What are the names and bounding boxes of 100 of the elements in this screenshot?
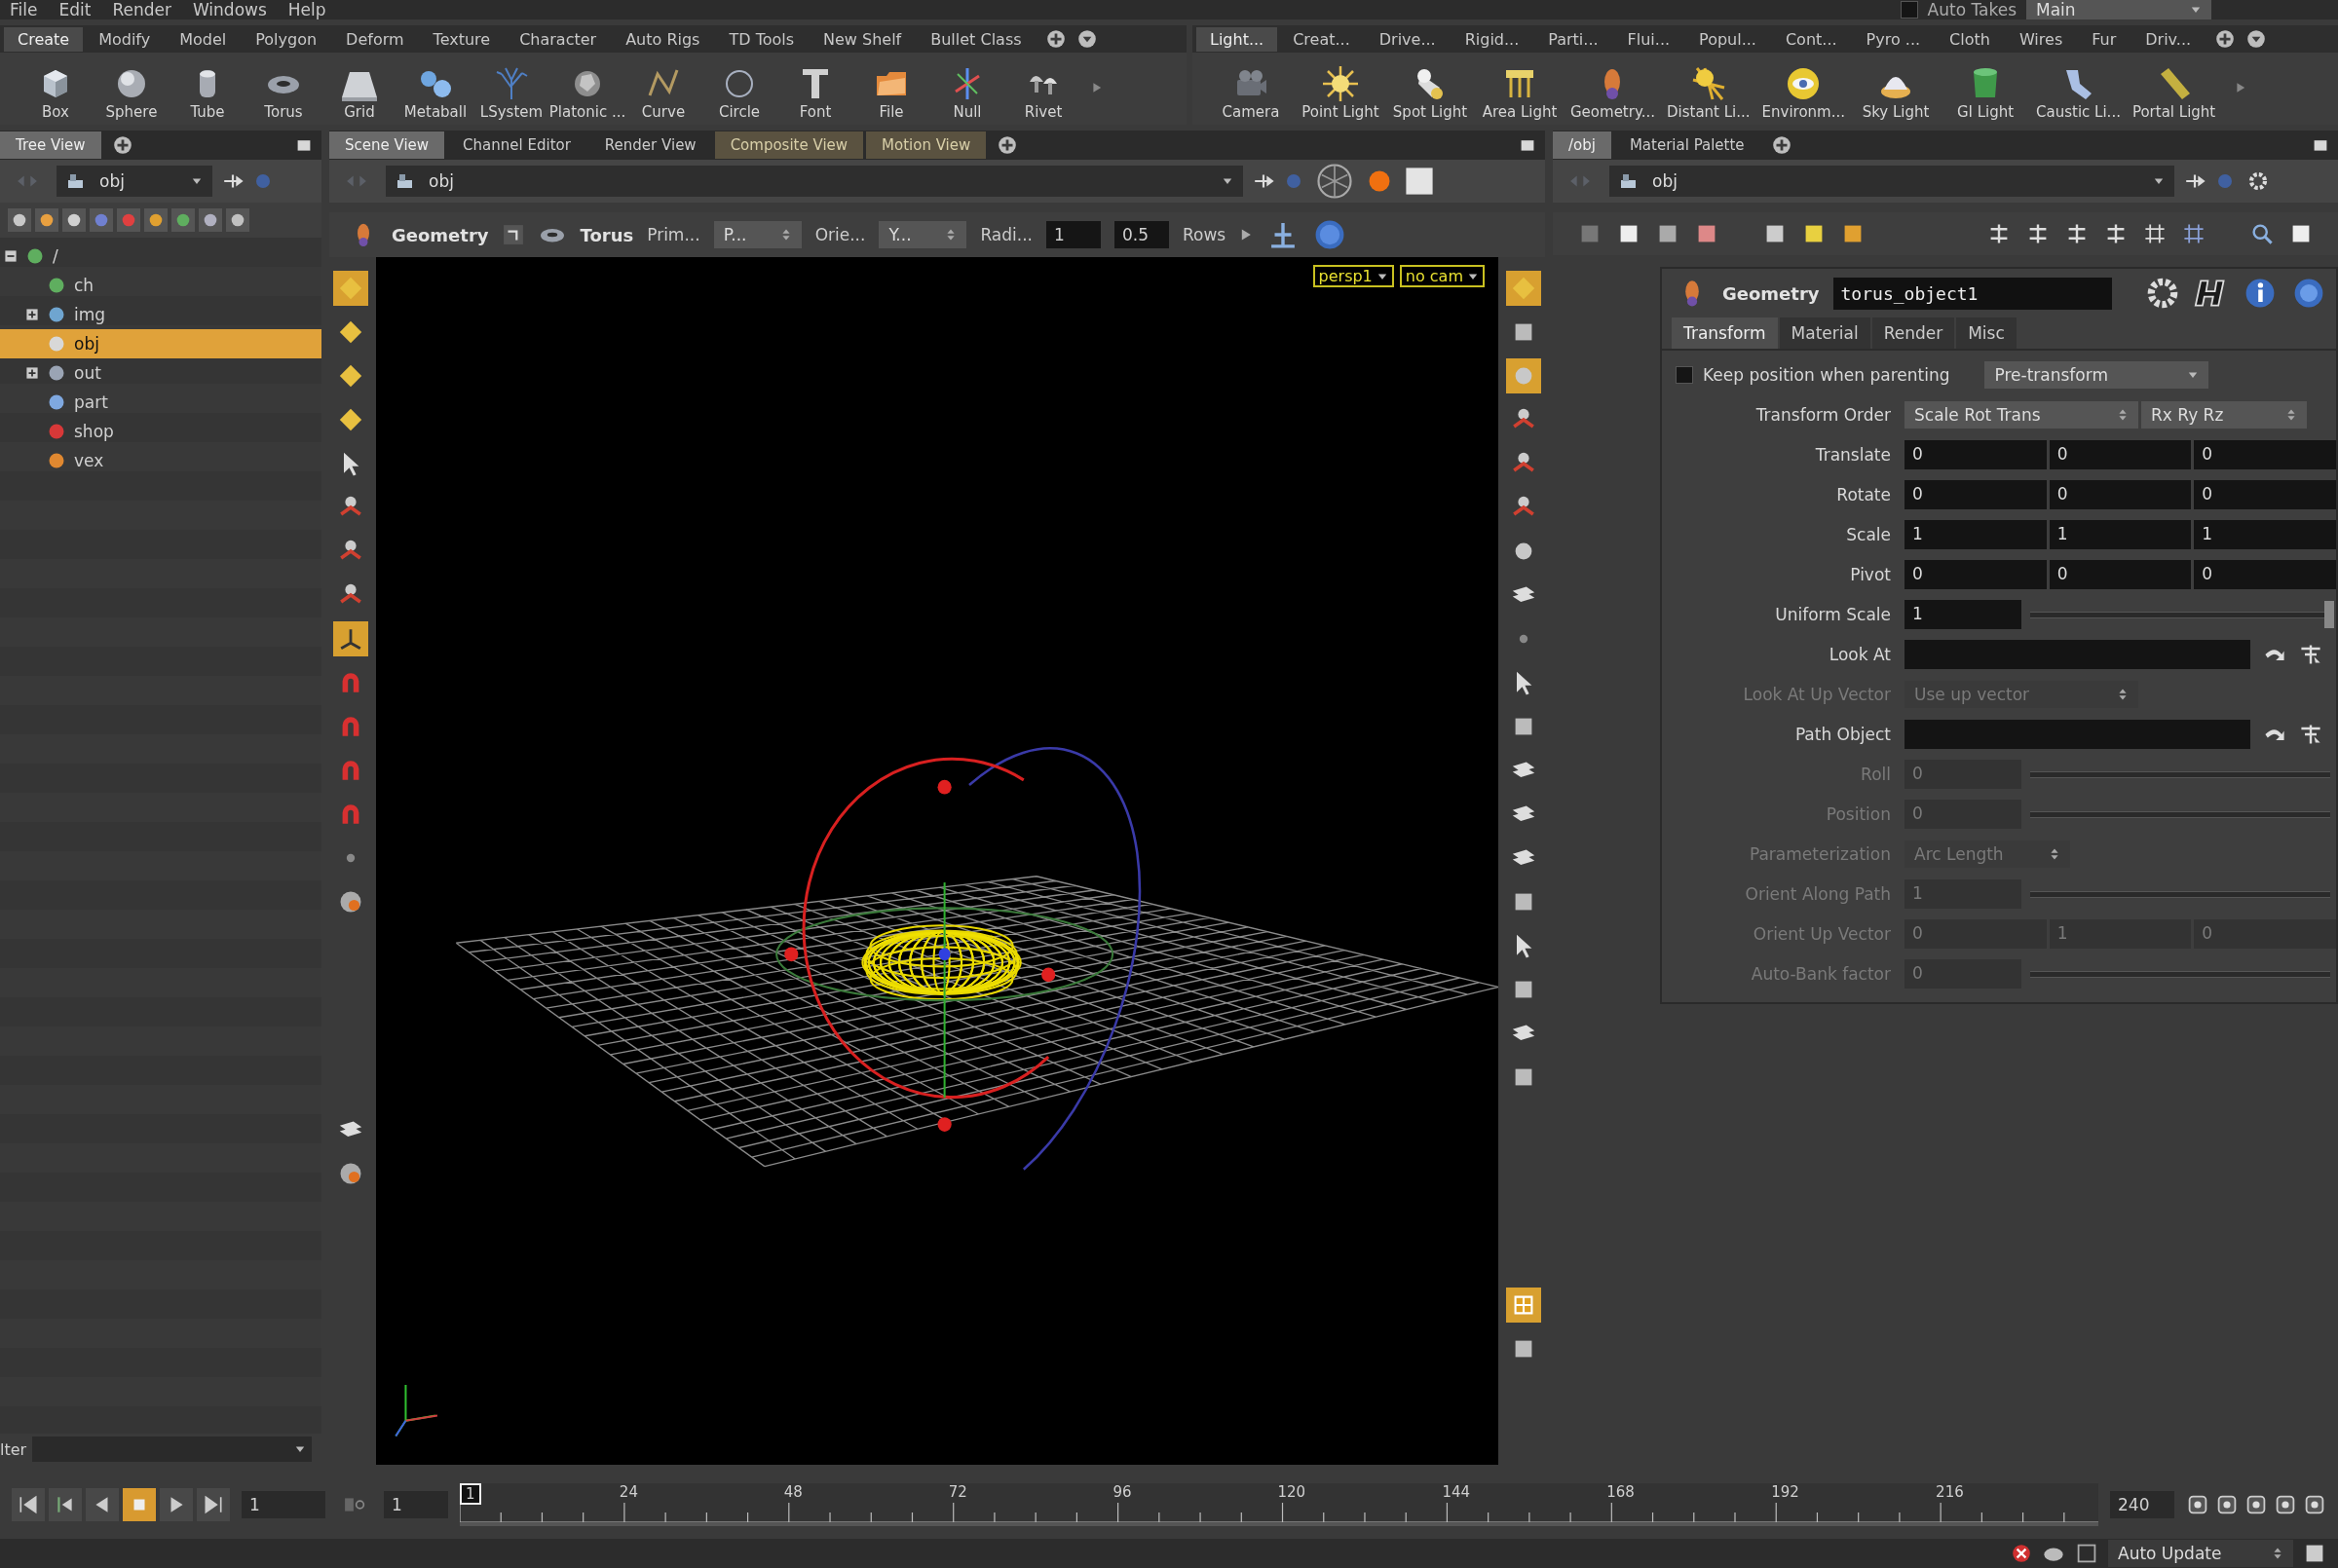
node-filter-icon[interactable] (174, 211, 192, 229)
shelf-tool[interactable]: Point Light (1301, 64, 1379, 125)
tree-item[interactable]: / (0, 242, 321, 271)
shelf-tool[interactable]: Box (19, 64, 92, 125)
number-field[interactable]: 1 (1904, 600, 2021, 629)
number-field[interactable]: 0.5 (1114, 221, 1169, 248)
shelf-tool[interactable]: Platonic ... (551, 64, 623, 125)
shelf-tool[interactable]: Area Light (1481, 64, 1559, 125)
parameter-tab[interactable]: Material (1779, 317, 1870, 349)
pane-tab[interactable]: Motion View (866, 131, 987, 159)
add-tab-icon[interactable] (1044, 28, 1067, 50)
checkbox[interactable] (1900, 1, 1918, 19)
shelf-tool[interactable]: Circle (703, 64, 775, 125)
maximize-icon[interactable] (1520, 137, 1535, 153)
number-field[interactable]: 1 (1046, 221, 1101, 248)
node-chooser-icon[interactable] (2299, 723, 2322, 746)
number-field[interactable]: 0 (2194, 440, 2336, 469)
square-icon[interactable] (1403, 165, 1436, 198)
path-field[interactable]: obj (1609, 166, 2174, 197)
node-filter-icon[interactable] (93, 211, 110, 229)
timeline[interactable]: 1 24 48 72 96 120 144 168 192 216 (460, 1483, 2098, 1526)
diamond-icon[interactable] (337, 406, 364, 433)
number-field[interactable]: 1 (2049, 520, 2192, 549)
skip-end-icon[interactable] (203, 1494, 224, 1515)
current-frame-marker[interactable]: 1 (460, 1483, 481, 1505)
tree-item[interactable]: obj (0, 329, 321, 358)
add-tab-icon[interactable] (111, 134, 133, 156)
tree-item[interactable]: ch (0, 271, 321, 300)
settings-icon[interactable] (2145, 276, 2180, 311)
checkbox[interactable] (1676, 366, 1693, 384)
menu-item[interactable]: Windows (192, 0, 267, 19)
node-filter-icon[interactable] (11, 211, 28, 229)
diamond-icon[interactable] (337, 318, 364, 346)
number-field[interactable]: 0 (1904, 560, 2047, 589)
rotate-handle[interactable] (775, 747, 1142, 1171)
pane-tab[interactable]: /obj (1553, 131, 1611, 159)
maximize-icon[interactable] (296, 137, 312, 153)
camera-menu[interactable]: persp1 (1312, 265, 1394, 287)
number-field[interactable]: 0 (1904, 480, 2047, 509)
shelf-tool[interactable]: Camera (1212, 64, 1290, 125)
tree-item[interactable]: part (0, 388, 321, 417)
shelf-tool[interactable]: Sphere (95, 64, 168, 125)
pane-tab[interactable]: Tree View (0, 131, 101, 159)
shelf-tool[interactable]: LSystem (475, 64, 547, 125)
node-filter-icon[interactable] (65, 211, 83, 229)
add-tab-icon[interactable] (2214, 28, 2237, 50)
shelf-tool[interactable]: Portal Light (2131, 64, 2216, 125)
menu-icon[interactable] (1075, 28, 1098, 50)
maximize-icon[interactable] (2313, 137, 2328, 153)
frame-field[interactable]: 240 (2110, 1491, 2174, 1518)
dropdown[interactable]: Scale Rot Trans (1904, 401, 2138, 429)
pane-tab[interactable]: Composite View (714, 131, 864, 159)
shelf-tab[interactable]: Create (4, 26, 84, 52)
tree-item[interactable]: out (0, 358, 321, 388)
shelf-tool[interactable]: File (855, 64, 927, 125)
shelf-tool[interactable]: Torus (247, 64, 320, 125)
number-field[interactable]: 0 (2049, 480, 2192, 509)
node-filter-icon[interactable] (120, 211, 137, 229)
pane-tab[interactable]: Scene View (329, 131, 445, 159)
dropdown[interactable]: Rx Ry Rz (2141, 401, 2307, 429)
shelf-tool[interactable]: Metaball (399, 64, 471, 125)
camera-menu[interactable]: no cam (1399, 265, 1485, 287)
shelf-tool[interactable]: GI Light (1946, 64, 2025, 125)
dropdown[interactable]: Main (2026, 0, 2211, 19)
tree-item[interactable]: shop (0, 417, 321, 446)
number-field[interactable]: 1 (2194, 520, 2336, 549)
shelf-tool[interactable]: Distant Li... (1666, 64, 1751, 125)
diamond-icon[interactable] (337, 362, 364, 390)
menu-item[interactable]: Render (112, 0, 171, 19)
number-field[interactable]: 0 (1904, 440, 2047, 469)
number-field[interactable]: 0 (2049, 440, 2192, 469)
path-field[interactable] (1904, 720, 2250, 749)
tree-item[interactable]: img (0, 300, 321, 329)
menu-item[interactable]: Help (287, 0, 326, 19)
node-filter-icon[interactable] (147, 211, 165, 229)
frame-field[interactable]: 1 (242, 1491, 325, 1518)
number-field[interactable]: 1 (1904, 520, 2047, 549)
dropdown[interactable]: Auto Update (2108, 1540, 2293, 1567)
expand-icon[interactable] (4, 249, 18, 263)
torus-wireframe[interactable] (861, 924, 1022, 1001)
menu-item[interactable]: File (10, 0, 38, 19)
shelf-tool[interactable]: Grid (323, 64, 396, 125)
menu-item[interactable]: Edit (58, 0, 92, 19)
shelf-tool[interactable]: Sky Light (1857, 64, 1936, 125)
slider-thumb[interactable] (2324, 601, 2334, 628)
number-field[interactable]: 0 (2194, 560, 2336, 589)
dropdown[interactable]: P... (713, 221, 802, 248)
tree-item[interactable]: vex (0, 446, 321, 475)
shelf-tool[interactable]: Null (931, 64, 1003, 125)
node-filter-icon[interactable] (229, 211, 246, 229)
shelf-tool[interactable]: Rivet (1007, 64, 1079, 125)
close-icon[interactable] (2011, 1543, 2032, 1564)
shelf-tool[interactable]: Spot Light (1391, 64, 1469, 125)
node-filter-icon[interactable] (202, 211, 219, 229)
path-field[interactable] (1904, 640, 2250, 669)
search-icon[interactable] (2250, 222, 2274, 245)
path-field[interactable]: obj (386, 166, 1243, 197)
skip-start-icon[interactable] (18, 1494, 39, 1515)
shelf-tool[interactable]: Environm... (1761, 64, 1846, 125)
shelf-tool[interactable]: Caustic Li... (2036, 64, 2121, 125)
